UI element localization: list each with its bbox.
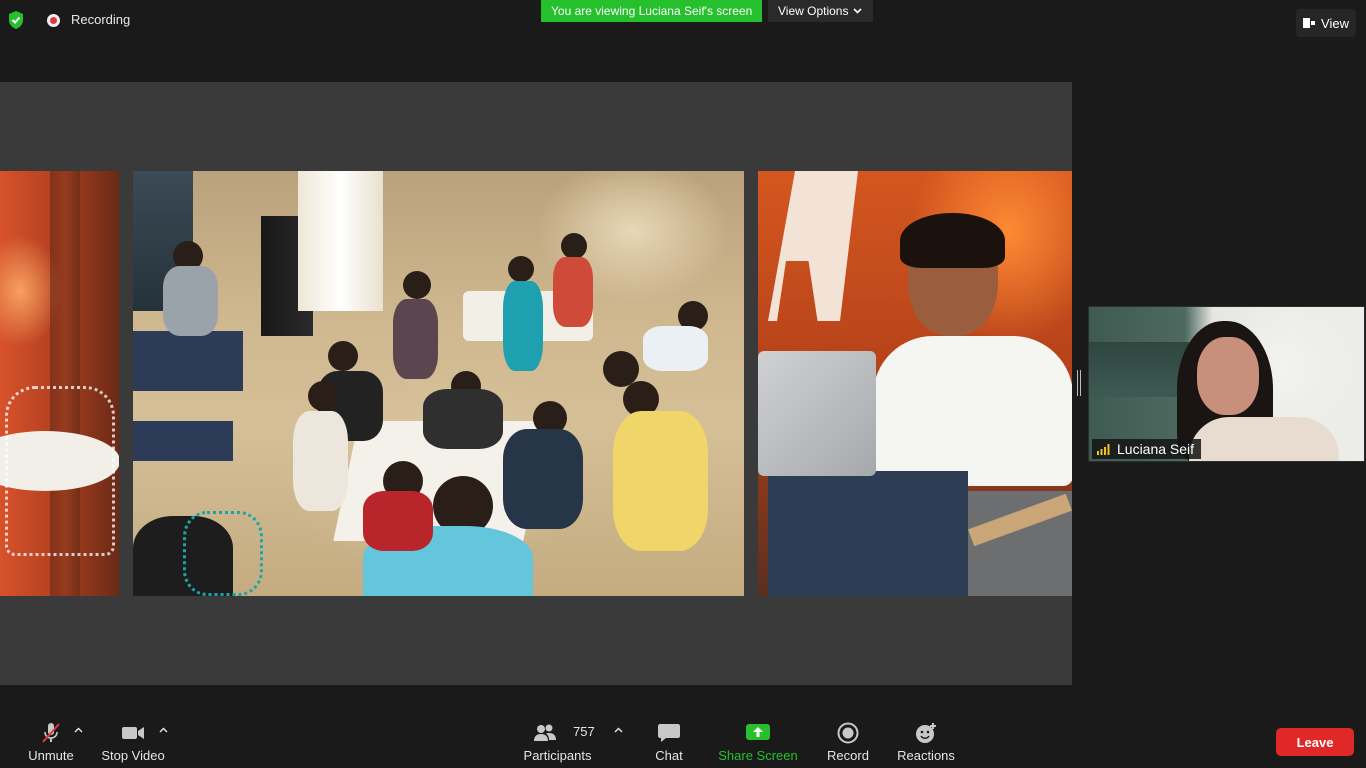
leave-button[interactable]: Leave [1276, 728, 1354, 756]
zoom-meeting-window: Recording You are viewing Luciana Seif's… [0, 0, 1366, 768]
reactions-label: Reactions [897, 748, 955, 763]
unmute-button[interactable]: Unmute [22, 716, 80, 768]
view-button[interactable]: View [1296, 9, 1356, 37]
meeting-toolbar: Unmute Stop Video Participants 757 Chat … [0, 716, 1366, 768]
chat-label: Chat [655, 748, 683, 763]
shield-check-icon[interactable] [7, 10, 25, 30]
caret-up-icon[interactable] [159, 727, 168, 733]
slide-photo-center [133, 171, 744, 596]
participant-name-tag: Luciana Seif [1092, 439, 1202, 459]
recording-label[interactable]: Recording [71, 12, 130, 27]
caret-up-icon[interactable] [614, 727, 623, 733]
chat-bubble-icon [658, 724, 680, 742]
chat-button[interactable]: Chat [648, 716, 690, 768]
record-button[interactable]: Record [824, 716, 872, 768]
chevron-down-icon [853, 8, 863, 14]
video-camera-icon [122, 727, 144, 739]
participants-icon [533, 724, 556, 741]
share-screen-icon [746, 724, 770, 740]
view-layout-icon [1303, 18, 1316, 28]
shared-screen-area[interactable] [0, 82, 1072, 685]
participant-video-tile[interactable]: Luciana Seif [1088, 306, 1365, 462]
emoji-plus-icon [916, 723, 936, 743]
stop-video-label: Stop Video [101, 748, 165, 763]
record-label: Record [827, 748, 869, 763]
viewing-screen-banner: You are viewing Luciana Seif's screen [541, 0, 763, 22]
slide-photo-right [758, 171, 1072, 596]
participants-label: Participants [523, 748, 592, 763]
slide-photo-left [0, 171, 119, 596]
microphone-muted-icon [42, 723, 60, 743]
record-icon [837, 722, 859, 744]
caret-up-icon[interactable] [74, 727, 83, 733]
view-options-button[interactable]: View Options [768, 0, 873, 22]
audio-signal-icon [1097, 443, 1110, 455]
view-options-label: View Options [778, 4, 849, 18]
unmute-label: Unmute [28, 748, 74, 763]
record-dot-icon[interactable] [47, 14, 60, 27]
panel-resize-handle[interactable] [1077, 370, 1081, 396]
share-screen-label: Share Screen [718, 748, 798, 763]
reactions-button[interactable]: Reactions [894, 716, 958, 768]
participants-count: 757 [573, 724, 595, 739]
stop-video-button[interactable]: Stop Video [98, 716, 168, 768]
share-screen-button[interactable]: Share Screen [716, 716, 800, 768]
view-label: View [1321, 15, 1349, 31]
participant-name: Luciana Seif [1117, 441, 1195, 457]
